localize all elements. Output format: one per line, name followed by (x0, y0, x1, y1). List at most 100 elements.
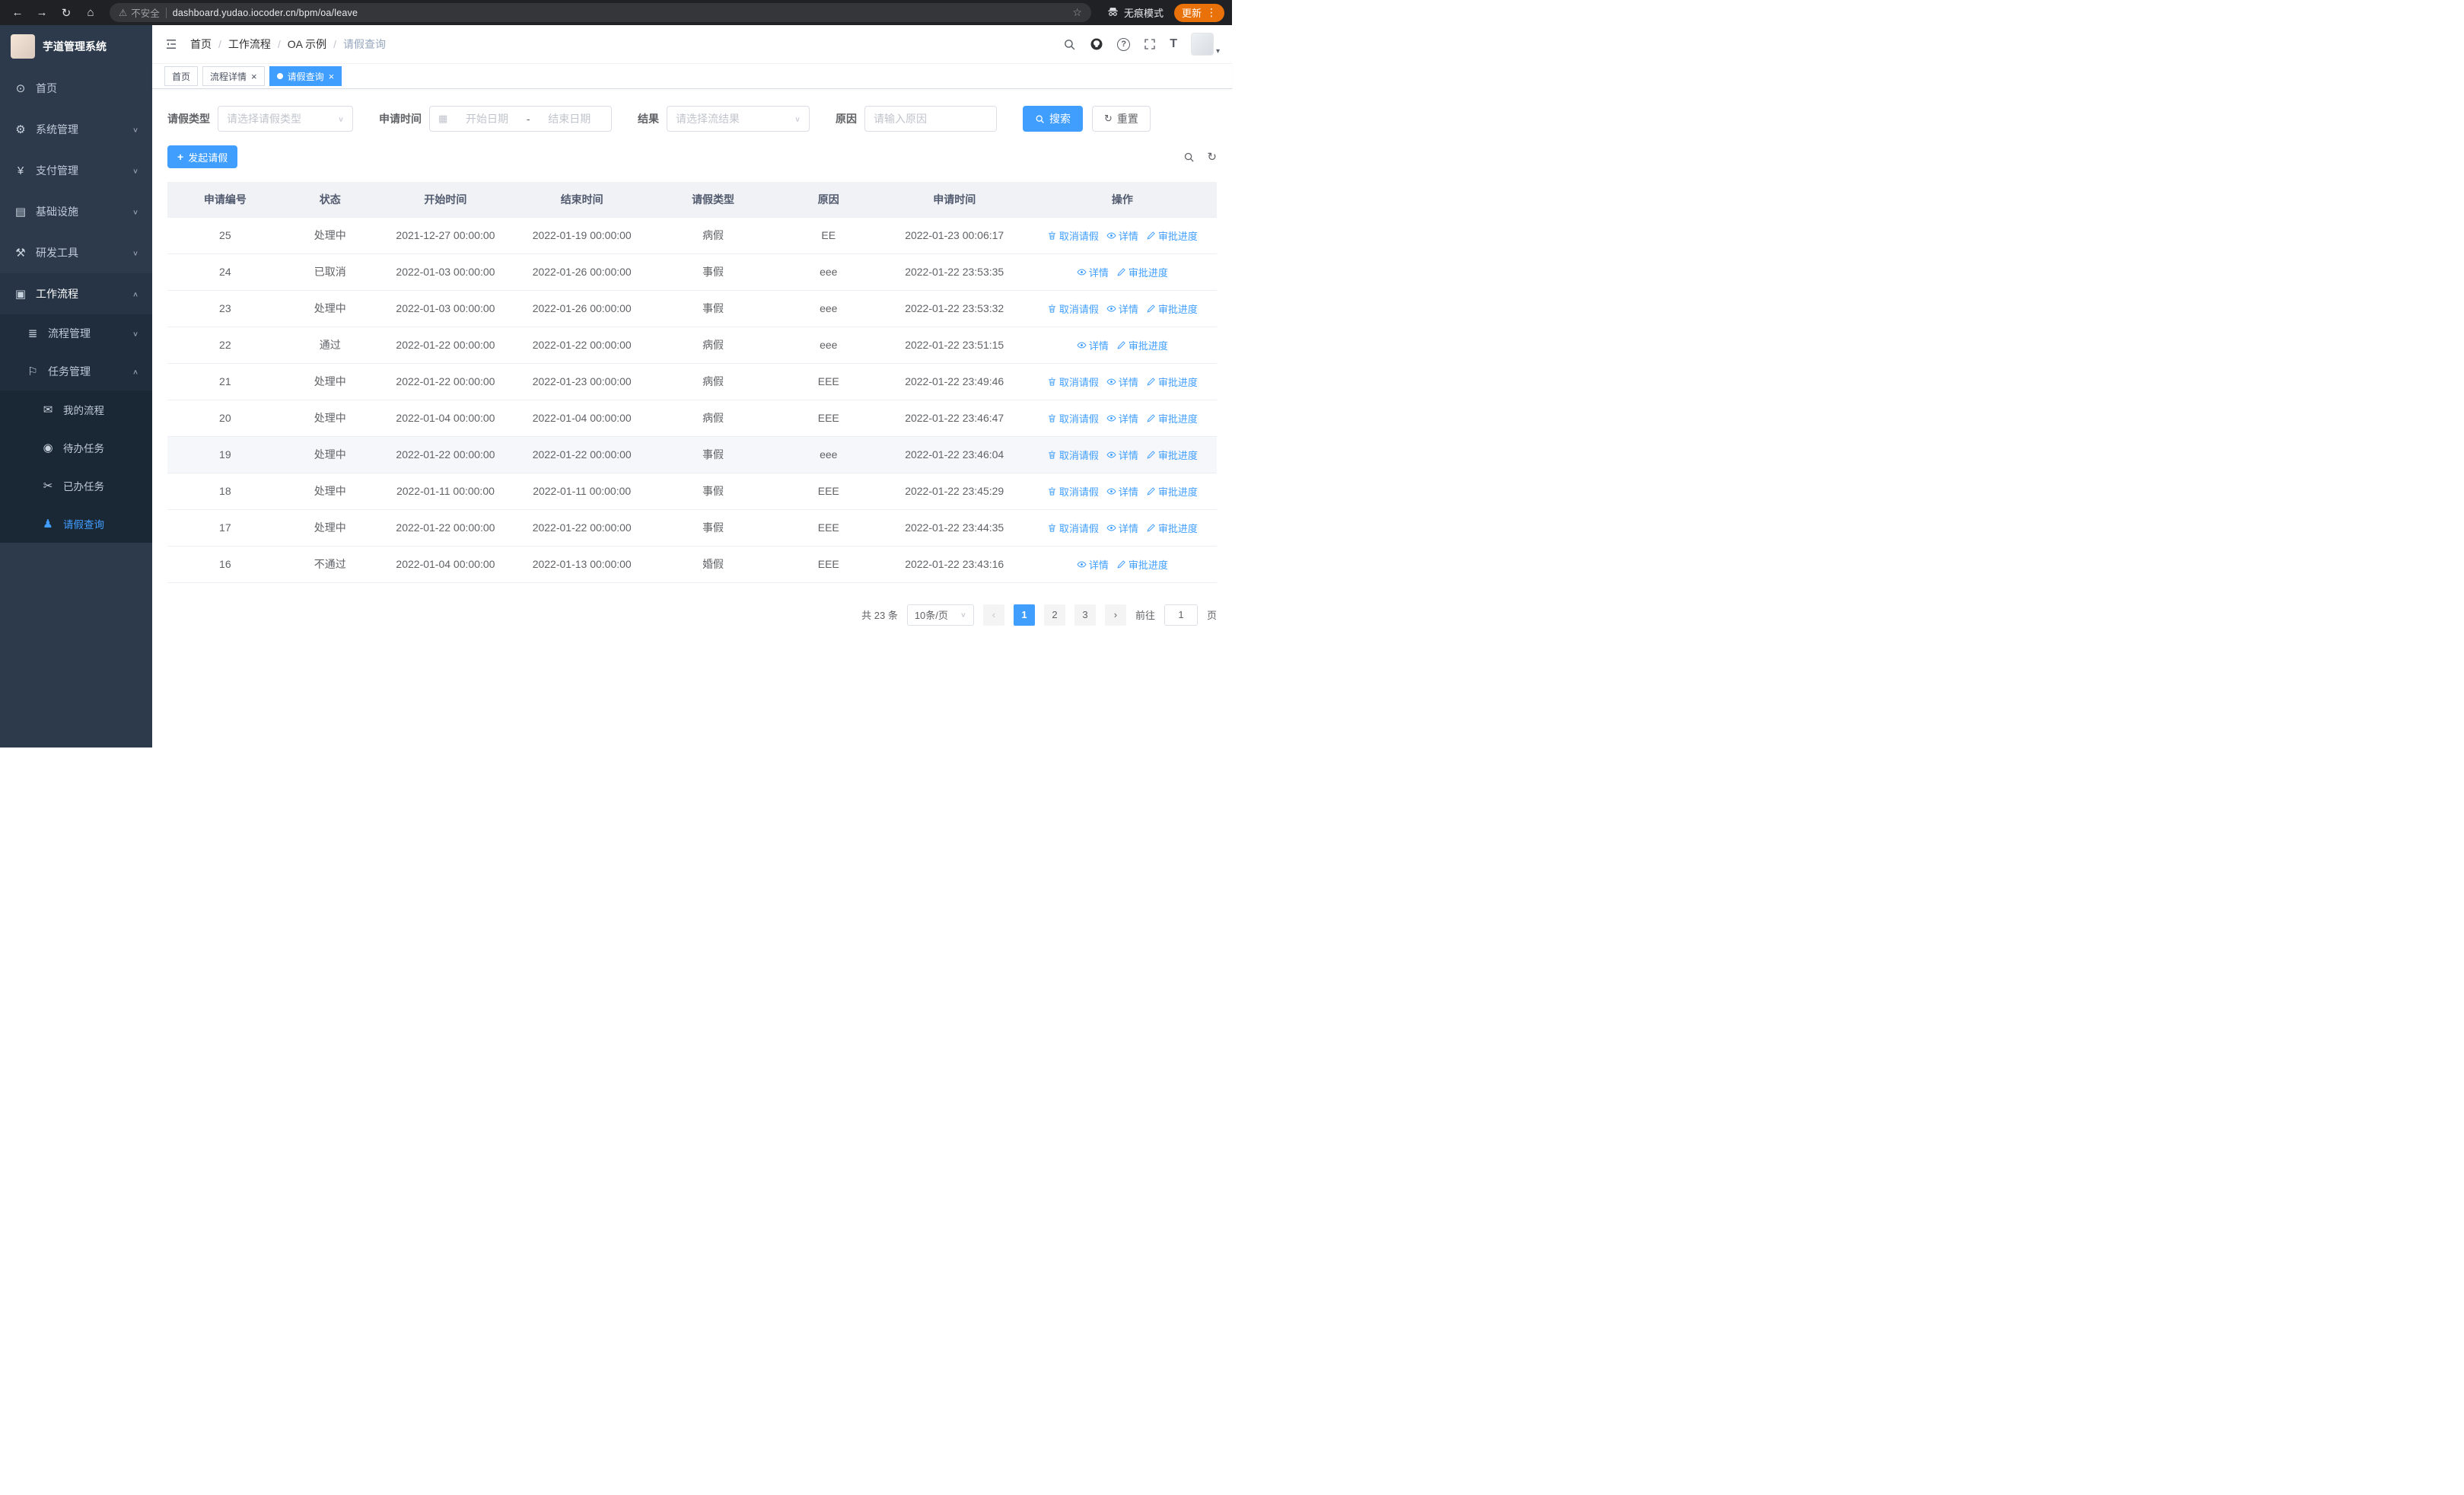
approval-progress-link[interactable]: 审批进度 (1116, 338, 1168, 352)
reason-input[interactable]: 请输入原因 (864, 106, 997, 132)
detail-link[interactable]: 详情 (1106, 521, 1138, 535)
cell-id: 16 (167, 546, 283, 583)
approval-progress-link[interactable]: 审批进度 (1146, 375, 1198, 389)
next-page-button[interactable]: › (1104, 604, 1126, 626)
security-warning[interactable]: ⚠ 不安全 (119, 5, 160, 20)
refresh-table-button[interactable]: ↻ (1207, 150, 1217, 164)
cell-id: 17 (167, 509, 283, 547)
home-button[interactable]: ⌂ (81, 3, 100, 23)
sidebar-item-workflow[interactable]: ▣ 工作流程 ∧ (0, 273, 152, 314)
sidebar-item-task-mgmt[interactable]: ⚐ 任务管理 ∧ (0, 352, 152, 390)
sidebar-item-my-process[interactable]: ✉ 我的流程 (0, 390, 152, 429)
detail-link[interactable]: 详情 (1106, 411, 1138, 426)
page-button-1[interactable]: 1 (1013, 604, 1035, 626)
detail-link[interactable]: 详情 (1106, 448, 1138, 462)
detail-link[interactable]: 详情 (1077, 557, 1109, 572)
cell-start: 2022-01-22 00:00:00 (377, 509, 514, 547)
col-status: 状态 (282, 182, 377, 218)
sidebar-item-home[interactable]: ⊙ 首页 (0, 68, 152, 109)
back-button[interactable]: ← (8, 3, 27, 23)
reset-button[interactable]: ↻ 重置 (1092, 106, 1151, 132)
search-button[interactable]: 搜索 (1023, 106, 1083, 132)
reload-button[interactable]: ↻ (56, 3, 76, 23)
apply-time-range-input[interactable]: ▦ 开始日期 - 结束日期 (429, 106, 612, 132)
col-end-time: 结束时间 (514, 182, 651, 218)
menu-dots-icon[interactable]: ⋮ (1206, 6, 1217, 19)
sidebar-item-system-mgmt[interactable]: ⚙ 系统管理 ∨ (0, 109, 152, 150)
search-icon[interactable] (1063, 38, 1076, 51)
leave-type-select[interactable]: 请选择请假类型 ∨ (218, 106, 353, 132)
detail-link[interactable]: 详情 (1106, 484, 1138, 499)
search-toggle-button[interactable] (1183, 151, 1195, 163)
address-bar[interactable]: ⚠ 不安全 dashboard.yudao.iocoder.cn/bpm/oa/… (110, 3, 1091, 22)
breadcrumb-item-workflow[interactable]: 工作流程 (228, 37, 271, 52)
table-row: 19 处理中 2022-01-22 00:00:00 2022-01-22 00:00… (167, 436, 1217, 473)
sidebar-item-leave-query[interactable]: ♟ 请假查询 (0, 505, 152, 543)
approval-progress-link[interactable]: 审批进度 (1116, 557, 1168, 572)
cancel-leave-link[interactable]: 取消请假 (1047, 448, 1099, 462)
result-select[interactable]: 请选择流结果 ∨ (667, 106, 810, 132)
user-menu[interactable]: ▾ (1190, 33, 1220, 56)
close-icon[interactable]: × (329, 72, 335, 81)
approval-progress-link[interactable]: 审批进度 (1146, 521, 1198, 535)
sidebar-item-infrastructure[interactable]: ▤ 基础设施 ∨ (0, 191, 152, 232)
detail-link[interactable]: 详情 (1077, 338, 1109, 352)
detail-link[interactable]: 详情 (1106, 375, 1138, 389)
eye-icon (1106, 413, 1116, 423)
cell-id: 22 (167, 327, 283, 364)
cancel-leave-link[interactable]: 取消请假 (1047, 228, 1099, 243)
approval-progress-link[interactable]: 审批进度 (1146, 411, 1198, 426)
sidebar-item-dev-tools[interactable]: ⚒ 研发工具 ∨ (0, 232, 152, 273)
detail-link[interactable]: 详情 (1106, 228, 1138, 243)
approval-progress-link[interactable]: 审批进度 (1146, 484, 1198, 499)
approval-progress-link[interactable]: 审批进度 (1116, 265, 1168, 279)
avatar (1190, 33, 1214, 56)
goto-page-input[interactable]: 1 (1164, 604, 1198, 626)
incognito-label: 无痕模式 (1123, 8, 1164, 19)
cancel-leave-link[interactable]: 取消请假 (1047, 375, 1099, 389)
action-label: 取消请假 (1059, 413, 1099, 425)
table-row: 17 处理中 2022-01-22 00:00:00 2022-01-22 00:00… (167, 509, 1217, 547)
sidebar-item-done-tasks[interactable]: ✂ 已办任务 (0, 467, 152, 505)
cancel-leave-link[interactable]: 取消请假 (1047, 301, 1099, 316)
sidebar-item-process-mgmt[interactable]: ≣ 流程管理 ∨ (0, 314, 152, 352)
tab-process-detail[interactable]: 流程详情 × (202, 66, 265, 86)
action-label: 审批进度 (1157, 376, 1198, 388)
sidebar-item-todo-tasks[interactable]: ◉ 待办任务 (0, 429, 152, 467)
tab-leave-query[interactable]: 请假查询 × (269, 66, 342, 86)
tab-home[interactable]: 首页 (164, 66, 199, 86)
collapse-sidebar-icon[interactable] (164, 37, 178, 51)
cancel-leave-link[interactable]: 取消请假 (1047, 411, 1099, 426)
github-icon[interactable] (1090, 37, 1103, 51)
cell-id: 19 (167, 436, 283, 473)
page-button-2[interactable]: 2 (1043, 604, 1065, 626)
font-size-icon[interactable]: T (1170, 37, 1177, 51)
help-icon[interactable]: ? (1117, 37, 1131, 51)
bookmark-star-icon[interactable]: ☆ (1072, 6, 1082, 19)
cancel-leave-link[interactable]: 取消请假 (1047, 484, 1099, 499)
create-leave-button[interactable]: + 发起请假 (167, 145, 238, 168)
breadcrumb-item-leave-query: 请假查询 (343, 38, 387, 50)
sidebar-item-label: 研发工具 (36, 247, 78, 259)
cancel-leave-link[interactable]: 取消请假 (1047, 521, 1099, 535)
fullscreen-icon[interactable] (1144, 38, 1156, 50)
breadcrumb-item-home[interactable]: 首页 (190, 37, 212, 52)
cell-type: 事假 (650, 436, 776, 473)
approval-progress-link[interactable]: 审批进度 (1146, 448, 1198, 462)
update-button[interactable]: 更新 ⋮ (1173, 3, 1224, 22)
forward-button[interactable]: → (32, 3, 52, 23)
detail-link[interactable]: 详情 (1077, 265, 1109, 279)
trash-icon (1047, 377, 1057, 387)
prev-page-button[interactable]: ‹ (982, 604, 1004, 626)
sidebar-item-payment-mgmt[interactable]: ¥ 支付管理 ∨ (0, 150, 152, 191)
page-button-3[interactable]: 3 (1074, 604, 1096, 626)
approval-progress-link[interactable]: 审批进度 (1146, 228, 1198, 243)
logo[interactable]: 芋道管理系统 (0, 25, 152, 68)
close-icon[interactable]: × (251, 72, 257, 81)
col-start-time: 开始时间 (377, 182, 514, 218)
detail-link[interactable]: 详情 (1106, 301, 1138, 316)
cell-end: 2022-01-04 00:00:00 (514, 400, 651, 437)
breadcrumb-item-oa-example[interactable]: OA 示例 (288, 37, 326, 52)
approval-progress-link[interactable]: 审批进度 (1146, 301, 1198, 316)
page-size-select[interactable]: 10条/页 ∨ (906, 604, 974, 626)
